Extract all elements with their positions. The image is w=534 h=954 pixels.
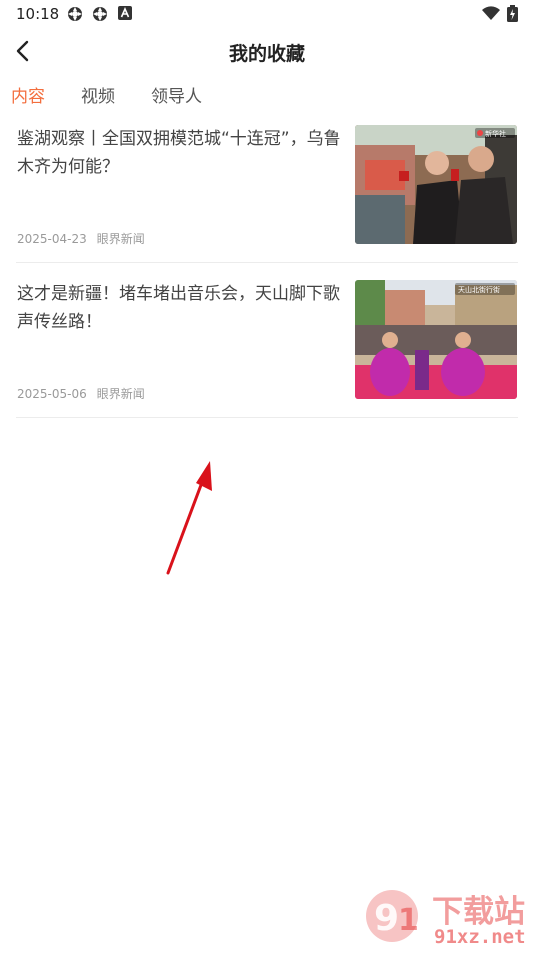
thumb-badge: 天山北街行街 bbox=[458, 285, 500, 294]
tab-leaders[interactable]: 领导人 bbox=[151, 82, 202, 107]
annotation-arrow-icon bbox=[166, 461, 212, 575]
article-thumbnail: 天山北街行街 bbox=[355, 280, 517, 399]
watermark: 9 1 下载站 91xz.net bbox=[362, 884, 534, 950]
watermark-site: 91xz.net bbox=[434, 926, 526, 948]
thumb-badge: 新华社 bbox=[485, 129, 506, 138]
article-date: 2025-05-06 bbox=[17, 387, 87, 401]
status-bar: 10:18 bbox=[0, 0, 534, 28]
article-photo: 天山北街行街 bbox=[355, 280, 517, 399]
article-meta: 2025-04-23 眼界新闻 bbox=[17, 230, 145, 247]
article-source: 眼界新闻 bbox=[96, 232, 145, 246]
list-item[interactable]: 这才是新疆！堵车堵出音乐会，天山脚下歌声传丝路！ 2025-05-06 眼界新闻 … bbox=[16, 280, 518, 418]
article-source: 眼界新闻 bbox=[96, 387, 145, 401]
wifi-icon bbox=[482, 6, 500, 21]
page-title: 我的收藏 bbox=[228, 43, 305, 65]
tab-video[interactable]: 视频 bbox=[81, 82, 115, 107]
article-meta: 2025-05-06 眼界新闻 bbox=[17, 385, 145, 402]
gear-icon bbox=[68, 7, 82, 21]
article-date: 2025-04-23 bbox=[17, 232, 87, 246]
gear-icon bbox=[93, 7, 107, 21]
article-title: 这才是新疆！堵车堵出音乐会，天山脚下歌声传丝路！ bbox=[17, 284, 340, 332]
watermark-brand: 下载站 bbox=[432, 894, 525, 930]
svg-text:1: 1 bbox=[398, 903, 419, 938]
status-time: 10:18 bbox=[16, 5, 60, 23]
a-icon bbox=[118, 6, 132, 20]
header: 我的收藏 bbox=[0, 28, 534, 74]
article-thumbnail: 新华社 bbox=[355, 125, 517, 244]
tab-bar: 内容 视频 领导人 bbox=[0, 78, 534, 108]
svg-text:9: 9 bbox=[374, 898, 399, 939]
tab-content[interactable]: 内容 bbox=[11, 82, 45, 107]
list-item[interactable]: 鉴湖观察丨全国双拥模范城“十连冠”，乌鲁木齐为何能？ 2025-04-23 眼界新… bbox=[16, 125, 518, 263]
article-photo: 新华社 bbox=[355, 125, 517, 244]
battery-icon bbox=[507, 5, 518, 22]
article-title: 鉴湖观察丨全国双拥模范城“十连冠”，乌鲁木齐为何能？ bbox=[17, 129, 341, 177]
